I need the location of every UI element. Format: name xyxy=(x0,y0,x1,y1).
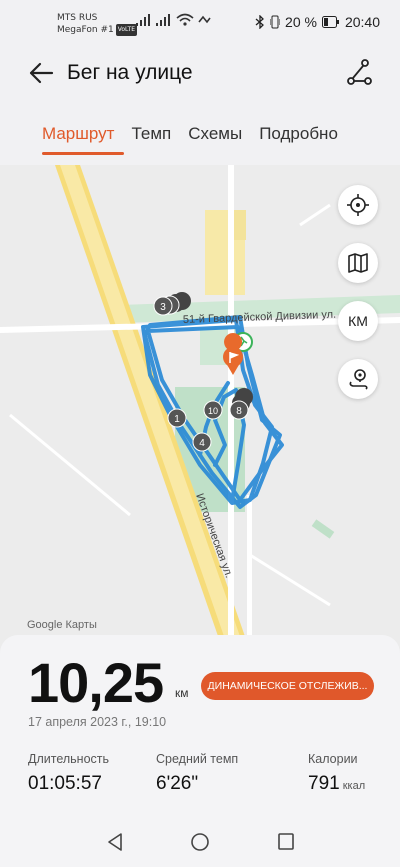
km-toggle-button[interactable]: КМ xyxy=(338,301,378,341)
clock: 20:40 xyxy=(344,14,380,30)
nav-home-icon[interactable] xyxy=(190,832,210,852)
km-marker-1: 1 xyxy=(167,408,187,428)
duration-value: 01:05:57 xyxy=(28,773,102,794)
vibrate-icon xyxy=(270,15,281,29)
avg-pace-label: Средний темп xyxy=(156,752,239,766)
page-title: Бег на улице xyxy=(67,61,193,84)
tab-details[interactable]: Подробно xyxy=(259,124,338,152)
svg-text:10: 10 xyxy=(208,406,218,416)
calories-value: 791 ккал xyxy=(308,773,365,795)
duration-label: Длительность xyxy=(28,752,110,766)
tab-charts[interactable]: Схемы xyxy=(188,124,242,152)
nav-recents-icon[interactable] xyxy=(277,832,295,852)
status-right: 20 % 20:40 xyxy=(255,14,380,30)
avg-pace-value: 6'26" xyxy=(156,773,199,794)
km-marker-10: 10 xyxy=(203,400,223,420)
battery-icon xyxy=(321,16,339,28)
route-replay-button[interactable] xyxy=(338,359,378,399)
route-pin-icon xyxy=(349,369,368,390)
map-type-button[interactable] xyxy=(338,243,378,283)
calories-number: 791 xyxy=(308,773,340,794)
carrier-1: MTS RUS xyxy=(57,13,98,23)
nfc-icon xyxy=(198,15,211,24)
status-bar: MTS RUS MegaFon #1 VoLTE 20 % 20:40 xyxy=(0,0,400,44)
dynamic-tracking-button[interactable]: ДИНАМИЧЕСКОЕ ОТСЛЕЖИВ... xyxy=(201,672,374,700)
volte-badge: VoLTE xyxy=(115,24,138,36)
map-canvas: 51-й Гвардейской Дивизии ул. Историческа… xyxy=(0,165,400,665)
workout-date: 17 апреля 2023 г., 19:10 xyxy=(28,715,167,729)
active-tab-indicator xyxy=(42,152,124,155)
carrier-info: MTS RUS MegaFon #1 VoLTE xyxy=(57,12,138,36)
back-arrow-icon[interactable] xyxy=(28,60,54,86)
distance-unit: км xyxy=(175,686,189,700)
crosshair-icon xyxy=(347,194,369,216)
wifi-icon xyxy=(176,13,194,26)
nav-back-icon[interactable] xyxy=(106,832,124,852)
carrier-2: MegaFon #1 VoLTE xyxy=(57,24,138,36)
km-marker-3: 3 xyxy=(160,302,166,313)
route-map[interactable]: 51-й Гвардейской Дивизии ул. Историческа… xyxy=(0,165,400,665)
calories-unit: ккал xyxy=(342,780,366,792)
signal-icon xyxy=(136,14,170,26)
svg-text:1: 1 xyxy=(174,414,180,425)
recenter-button[interactable] xyxy=(338,185,378,225)
distance-value: 10,25 xyxy=(28,651,164,714)
km-marker-4: 4 xyxy=(192,432,212,452)
map-attribution: Google Карты xyxy=(27,619,97,631)
system-nav-bar xyxy=(0,820,400,867)
calories-label: Калории xyxy=(308,752,358,766)
tab-bar: Маршрут Темп Схемы Подробно xyxy=(42,124,338,152)
svg-text:4: 4 xyxy=(199,438,205,449)
tab-pace[interactable]: Темп xyxy=(131,124,171,152)
header: Бег на улице xyxy=(0,52,400,94)
battery-percent: 20 % xyxy=(285,14,317,30)
screen: MTS RUS MegaFon #1 VoLTE 20 % 20:40 Бег н… xyxy=(0,0,400,867)
tab-route[interactable]: Маршрут xyxy=(42,124,114,152)
map-icon xyxy=(348,253,368,273)
share-icon[interactable] xyxy=(346,58,372,86)
svg-text:8: 8 xyxy=(236,406,242,417)
bluetooth-icon xyxy=(255,15,264,29)
